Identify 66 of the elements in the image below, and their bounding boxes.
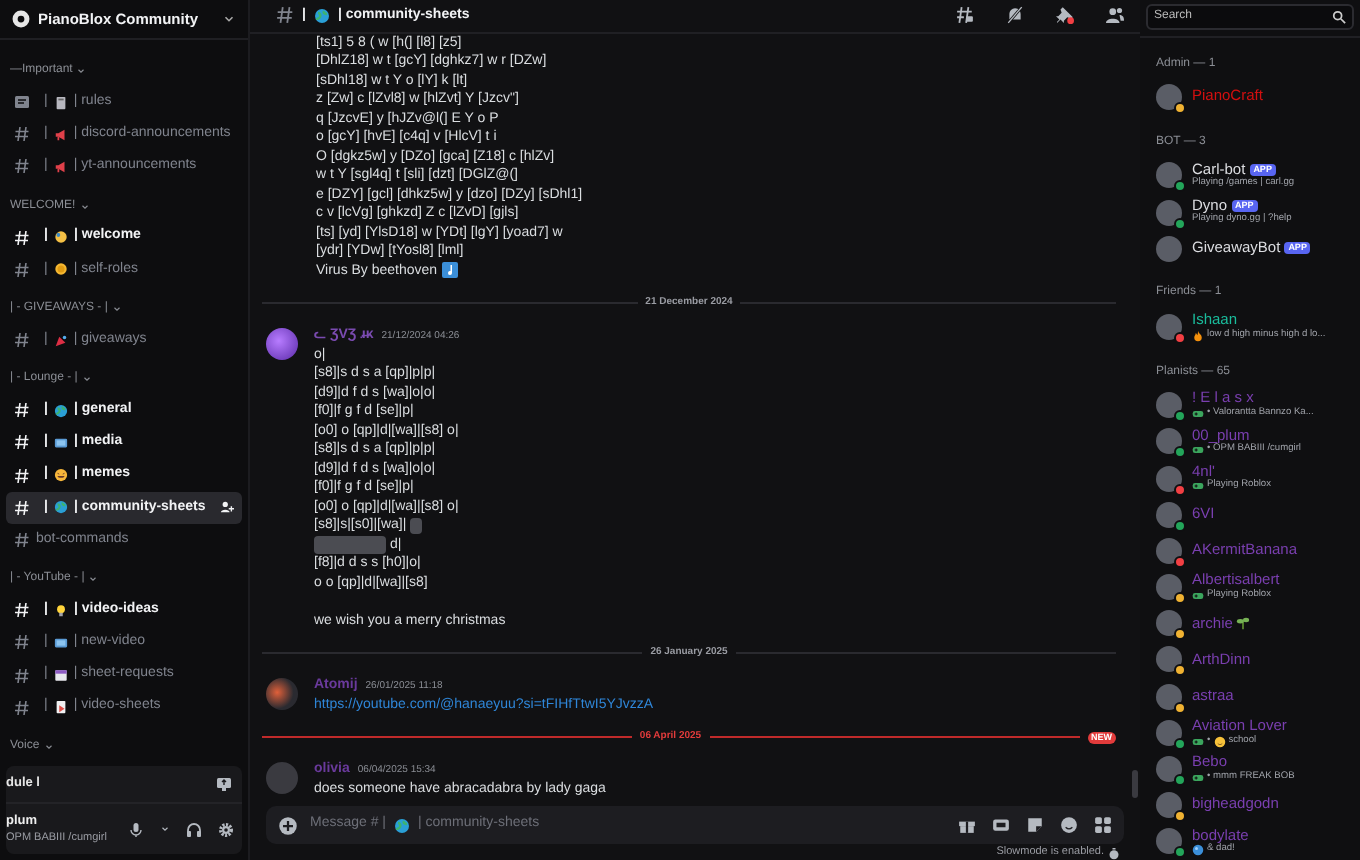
screen-icon bbox=[53, 435, 68, 450]
server-icon bbox=[12, 10, 30, 28]
coin-icon bbox=[53, 262, 68, 277]
hash-icon bbox=[14, 332, 30, 349]
hash-icon bbox=[276, 6, 294, 25]
document-icon bbox=[53, 700, 68, 715]
globe-icon bbox=[53, 403, 68, 418]
hash-icon bbox=[14, 499, 30, 516]
gift-icon[interactable] bbox=[958, 816, 976, 835]
add-circle-icon[interactable] bbox=[278, 815, 298, 836]
settings-icon[interactable] bbox=[218, 821, 234, 837]
avatar bbox=[1156, 235, 1182, 262]
globe-icon bbox=[313, 7, 330, 24]
search-icon bbox=[1332, 10, 1346, 25]
hash-icon bbox=[14, 667, 30, 684]
hash-icon bbox=[14, 531, 30, 548]
scrollbar-thumb[interactable] bbox=[1132, 770, 1138, 799]
hash-icon bbox=[14, 126, 30, 143]
members-icon[interactable] bbox=[1106, 6, 1124, 25]
chevron-down-icon bbox=[43, 741, 54, 752]
sticker-icon[interactable] bbox=[1026, 816, 1044, 835]
book-icon bbox=[53, 95, 68, 110]
globe-icon bbox=[394, 817, 411, 834]
chevron-down-icon bbox=[111, 303, 122, 314]
chevron-down-icon bbox=[76, 66, 87, 76]
calendar-icon bbox=[53, 668, 68, 683]
smiling-face-icon bbox=[1213, 735, 1226, 748]
hash-icon bbox=[14, 158, 30, 175]
chevron-down-icon[interactable] bbox=[222, 12, 236, 26]
headphones-icon[interactable] bbox=[186, 821, 202, 837]
megaphone-icon bbox=[53, 127, 68, 142]
emoji-icon[interactable] bbox=[1060, 816, 1078, 835]
rules-icon bbox=[14, 94, 30, 111]
megaphone-icon bbox=[53, 159, 68, 174]
hash-icon bbox=[14, 634, 30, 651]
chevron-down-icon bbox=[79, 201, 90, 212]
microphone-icon[interactable] bbox=[128, 821, 144, 837]
hash-icon bbox=[14, 434, 30, 451]
hash-icon bbox=[14, 602, 30, 619]
chevron-down-icon bbox=[88, 574, 99, 585]
hash-icon bbox=[14, 261, 30, 278]
light-bulb-icon bbox=[53, 603, 68, 618]
sprout-icon bbox=[1236, 616, 1251, 631]
avatar[interactable] bbox=[266, 327, 298, 360]
flame-icon bbox=[1192, 329, 1204, 342]
hash-icon bbox=[14, 402, 30, 419]
screen-icon bbox=[53, 635, 68, 650]
add-member-icon[interactable] bbox=[220, 500, 234, 515]
hash-icon bbox=[14, 699, 30, 716]
screen-share-icon[interactable] bbox=[216, 776, 232, 792]
pin-icon[interactable] bbox=[1056, 6, 1074, 25]
laughing-face-icon bbox=[53, 468, 68, 483]
hash-icon bbox=[14, 467, 30, 484]
gif-icon[interactable] bbox=[992, 816, 1010, 835]
party-popper-icon bbox=[53, 333, 68, 348]
hash-icon bbox=[14, 229, 30, 246]
apps-icon[interactable] bbox=[1094, 816, 1112, 835]
globe-icon bbox=[53, 500, 68, 515]
chevron-down-icon bbox=[81, 374, 92, 385]
music-note-icon bbox=[441, 262, 458, 279]
muted-bell-icon[interactable] bbox=[1006, 6, 1024, 25]
stopwatch-icon bbox=[1108, 847, 1120, 859]
avatar[interactable] bbox=[266, 677, 298, 710]
chevron-down-icon[interactable] bbox=[160, 824, 170, 834]
threads-icon[interactable] bbox=[956, 6, 974, 25]
circle-emoji-icon bbox=[1192, 844, 1204, 857]
